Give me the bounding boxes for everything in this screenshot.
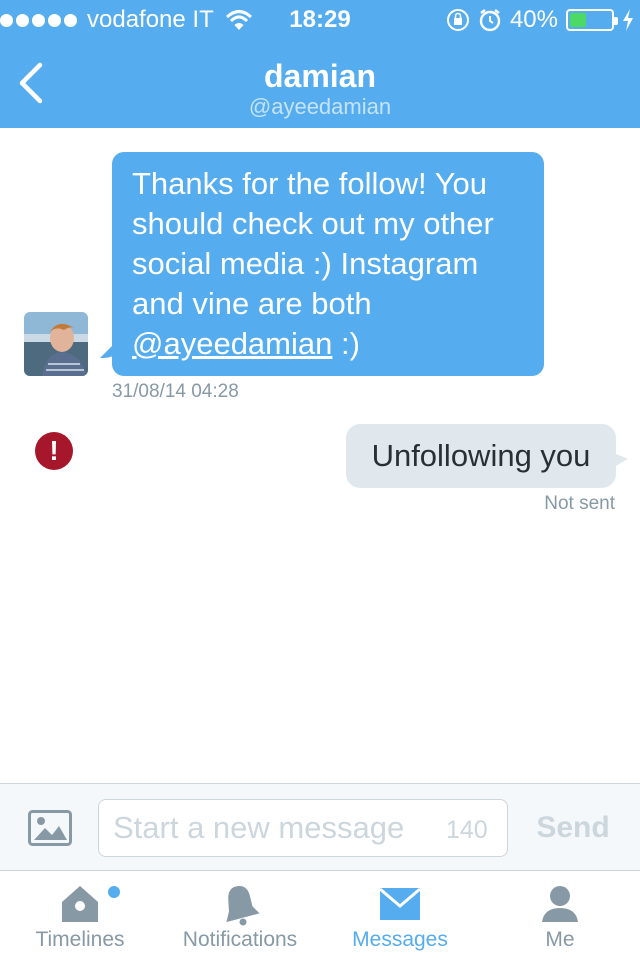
message-status: Not sent bbox=[544, 493, 615, 514]
conversation-title: damian bbox=[263, 58, 377, 94]
tab-timelines[interactable]: Timelines bbox=[0, 872, 160, 960]
envelope-icon bbox=[379, 887, 421, 920]
bell-icon bbox=[226, 886, 260, 926]
conversation-handle: @ayeedamian bbox=[248, 94, 392, 119]
home-icon bbox=[62, 886, 98, 922]
tab-label: Notifications bbox=[182, 928, 298, 951]
person-icon bbox=[542, 886, 578, 922]
incoming-message-text: Thanks for the follow! You should check … bbox=[132, 166, 494, 321]
tab-notifications[interactable]: Notifications bbox=[160, 872, 320, 960]
battery-percent: 40% bbox=[509, 6, 558, 33]
tab-label: Messages bbox=[352, 928, 448, 951]
character-count: 140 bbox=[446, 816, 488, 844]
status-bar: vodafone IT 18:29 40% bbox=[0, 0, 640, 40]
unread-dot bbox=[108, 886, 120, 898]
status-right: 40% bbox=[446, 6, 634, 34]
tab-bar: Timelines Notifications Messages Me bbox=[0, 872, 640, 960]
battery-icon bbox=[566, 9, 618, 31]
incoming-message[interactable]: Thanks for the follow! You should check … bbox=[112, 152, 544, 376]
avatar[interactable] bbox=[24, 312, 88, 376]
error-icon[interactable]: ! bbox=[35, 432, 73, 470]
tab-label: Me bbox=[545, 928, 575, 951]
photo-icon[interactable] bbox=[28, 810, 72, 846]
avatar-image bbox=[24, 312, 88, 376]
message-timestamp: 31/08/14 04:28 bbox=[112, 381, 239, 402]
tab-label: Timelines bbox=[35, 928, 125, 951]
rotation-lock-icon bbox=[446, 9, 469, 31]
charging-icon bbox=[623, 9, 633, 31]
tab-messages[interactable]: Messages bbox=[320, 872, 480, 960]
alarm-icon bbox=[479, 9, 501, 32]
incoming-message-text-end: :) bbox=[332, 326, 360, 361]
battery-level bbox=[570, 13, 586, 27]
tab-me[interactable]: Me bbox=[480, 872, 640, 960]
outgoing-message[interactable]: Unfollowing you bbox=[346, 424, 616, 488]
composer: 140 Send bbox=[0, 783, 640, 871]
send-button[interactable]: Send bbox=[520, 808, 626, 848]
mention-link[interactable]: @ayeedamian bbox=[132, 326, 332, 361]
header: vodafone IT 18:29 40% damian @ayeedamian bbox=[0, 0, 640, 128]
